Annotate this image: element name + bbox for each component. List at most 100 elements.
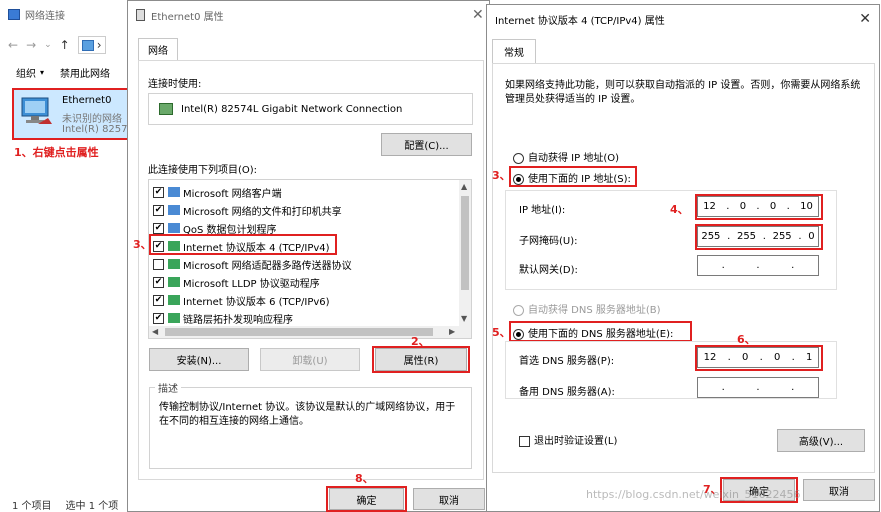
manual-dns-label: 使用下面的 DNS 服务器地址(E): [528,329,674,340]
scroll-thumb[interactable] [461,196,469,290]
adapter-title-icon [136,9,145,21]
list-item-checkbox[interactable]: ✔ [153,276,164,288]
organize-menu[interactable]: 组织 [16,65,36,80]
list-item[interactable]: ✔ Microsoft 网络客户端 [153,183,282,201]
ethernet-name: Ethernet0 [62,95,112,106]
ipv4-intro-text: 如果网络支持此功能，则可以获取自动指派的 IP 设置。否则，你需要从网络系统管理… [505,80,861,105]
network-folder-icon [8,8,20,20]
properties-button[interactable]: 属性(R) [375,348,467,371]
hscroll-thumb[interactable] [165,328,433,336]
disable-network-button[interactable]: 禁用此网络 [60,65,110,80]
explorer-statusbar: 1 个项目 选中 1 个项 [0,496,130,512]
organize-dropdown-icon[interactable]: ▾ [40,68,44,77]
auto-ip-radio[interactable] [513,152,524,164]
validate-option[interactable]: 退出时验证设置(L) [519,432,617,447]
list-item-checkbox[interactable]: ✔ [153,240,164,252]
scroll-right-icon[interactable]: ▶ [449,327,455,336]
ethernet-item[interactable]: Ethernet0 未识别的网络 Intel(R) 8257 [14,90,132,138]
manual-ip-radio[interactable] [513,173,524,185]
ip-octet-3: 0 [769,201,777,212]
scroll-down-icon[interactable]: ▼ [461,314,467,323]
subnet-mask-label: 子网掩码(U): [519,236,578,247]
description-text: 传输控制协议/Internet 协议。该协议是默认的广域网络协议，用于在不同的相… [159,402,456,427]
subnet-mask-field[interactable]: 255. 255. 255. 0 [697,226,819,247]
install-button[interactable]: 安装(N)... [149,348,249,371]
list-item-checkbox[interactable]: ✔ [153,312,164,324]
manual-ip-option[interactable]: 使用下面的 IP 地址(S): [513,170,631,185]
tab-general[interactable]: 常规 [492,39,536,63]
dns1-octet-3: 0 [773,352,781,363]
explorer-titlebar: 网络连接 [0,0,130,28]
list-item-checkbox[interactable]: ✔ [153,204,164,216]
list-item-checkbox[interactable] [153,258,164,270]
gateway-label: 默认网关(D): [519,265,578,276]
gateway-field[interactable]: . . . [697,255,819,276]
list-item[interactable]: ✔ Microsoft LLDP 协议驱动程序 [153,273,320,291]
ipv4-properties-dialog: Internet 协议版本 4 (TCP/IPv4) 属性 ✕ 常规 如果网络支… [486,4,880,512]
client-icon [168,187,180,197]
auto-ip-option[interactable]: 自动获得 IP 地址(O) [513,149,619,164]
alternate-dns-label: 备用 DNS 服务器(A): [519,387,615,398]
forward-arrow-icon[interactable]: → [26,38,36,52]
scroll-left-icon[interactable]: ◀ [152,327,158,336]
ipv4-close-icon[interactable]: ✕ [859,11,871,27]
validate-checkbox[interactable] [519,435,530,447]
explorer-window: 网络连接 ← → ⌄ ↑ › 组织 ▾ 禁用此网络 Ethernet0 未识别的… [0,0,134,512]
mask-octet-4: 0 [808,231,815,242]
props-ok-button[interactable]: 确定 [329,488,404,510]
list-item-label: 链路层拓扑发现响应程序 [183,314,293,326]
list-item[interactable]: Microsoft 网络适配器多路传送器协议 [153,255,352,273]
scroll-up-icon[interactable]: ▲ [461,182,467,191]
back-arrow-icon[interactable]: ← [8,38,18,52]
list-item[interactable]: ✔ Internet 协议版本 4 (TCP/IPv4) [153,237,330,255]
list-item-checkbox[interactable]: ✔ [153,222,164,234]
protocol-icon [168,313,180,323]
list-item-label: Microsoft LLDP 协议驱动程序 [183,278,320,290]
manual-dns-option[interactable]: 使用下面的 DNS 服务器地址(E): [513,325,673,340]
list-item[interactable]: ✔ Internet 协议版本 6 (TCP/IPv6) [153,291,330,309]
list-item[interactable]: ✔ Microsoft 网络的文件和打印机共享 [153,201,342,219]
ipv4-titlebar: Internet 协议版本 4 (TCP/IPv4) 属性 [487,5,879,33]
components-list[interactable]: ✔ Microsoft 网络客户端 ✔ Microsoft 网络的文件和打印机共… [148,179,472,339]
ip-octet-2: 0 [739,201,747,212]
explorer-toolbar: 组织 ▾ 禁用此网络 [16,64,130,80]
list-vertical-scrollbar[interactable]: ▲ ▼ [459,180,471,326]
tab-network[interactable]: 网络 [138,38,178,60]
explorer-title: 网络连接 [25,10,65,22]
auto-dns-option: 自动获得 DNS 服务器地址(B) [513,301,661,316]
annotation-step3-list: 3、 [133,238,152,251]
dns1-octet-1: 12 [703,352,717,363]
up-arrow-icon[interactable]: ↑ [60,38,70,52]
preferred-dns-field[interactable]: 12. 0. 0. 1 [697,347,819,368]
dns1-octet-4: 1 [805,352,813,363]
annotation-step3: 3、 [492,169,511,182]
history-dropdown-icon[interactable]: ⌄ [44,40,52,50]
annotation-step2: 2、 [411,335,430,348]
list-item-label: Internet 协议版本 4 (TCP/IPv4) [183,242,330,254]
address-bar[interactable]: › [77,36,106,54]
breadcrumb-chevron-icon: › [96,38,102,52]
manual-dns-radio[interactable] [513,328,524,340]
list-item[interactable]: ✔ QoS 数据包计划程序 [153,219,277,237]
list-item-label: Microsoft 网络适配器多路传送器协议 [183,260,352,272]
list-item-checkbox[interactable]: ✔ [153,294,164,306]
ipv4-cancel-button[interactable]: 取消 [803,479,875,501]
adapter-name: Intel(R) 82574L Gigabit Network Connecti… [181,103,403,115]
props-cancel-button[interactable]: 取消 [413,488,485,510]
list-item-checkbox[interactable]: ✔ [153,186,164,198]
protocol-icon [168,295,180,305]
ethernet-status: 未识别的网络 [62,114,122,125]
auto-dns-radio [513,304,524,316]
configure-button[interactable]: 配置(C)... [381,133,472,156]
annotation-step1: 1、右键点击属性 [14,146,99,159]
ip-address-field[interactable]: 12. 0. 0. 10 [697,196,819,217]
watermark: https://blog.csdn.net/weixin_51622456 [586,488,801,501]
alternate-dns-field[interactable]: . . . [697,377,819,398]
annotation-step5: 5、 [492,326,511,339]
uninstall-button: 卸载(U) [260,348,360,371]
list-item[interactable]: ✔ 链路层拓扑发现响应程序 [153,309,293,327]
props-close-icon[interactable]: ✕ [472,7,484,23]
advanced-button[interactable]: 高级(V)... [777,429,865,452]
connect-using-label: 连接时使用: [148,79,202,90]
preferred-dns-label: 首选 DNS 服务器(P): [519,356,615,367]
